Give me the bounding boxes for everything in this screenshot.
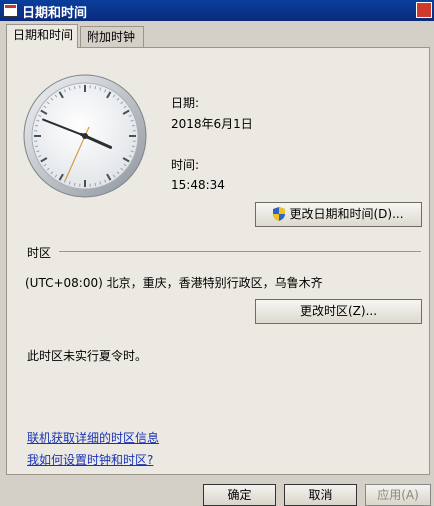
online-timezone-info-link[interactable]: 联机获取详细的时区信息 (27, 429, 159, 446)
window-title: 日期和时间 (22, 2, 87, 21)
clock-center (82, 133, 88, 139)
how-to-set-clock-link[interactable]: 我如何设置时钟和时区? (27, 451, 153, 468)
tab-additional-clocks[interactable]: 附加时钟 (80, 26, 144, 47)
change-date-time-button[interactable]: 更改日期和时间(D)... (255, 202, 422, 227)
close-icon[interactable] (416, 2, 432, 18)
clock-minute-tick (95, 86, 96, 89)
change-timezone-button[interactable]: 更改时区(Z)... (255, 299, 422, 324)
timezone-value: (UTC+08:00) 北京，重庆，香港特别行政区，乌鲁木齐 (25, 274, 323, 291)
uac-shield-icon (273, 207, 285, 221)
timezone-separator (59, 251, 421, 252)
calendar-icon (3, 3, 18, 17)
clock-minute-tick (74, 86, 75, 89)
date-value: 2018年6月1日 (171, 115, 253, 132)
clock-minute-tick (95, 183, 96, 186)
clock-minute-tick (74, 183, 75, 186)
tab-panel: 日期: 2018年6月1日 时间: 15:48:34 更改日期和时间(D)...… (6, 47, 430, 475)
analog-clock (23, 74, 147, 198)
title-bar: 日期和时间 (0, 0, 434, 21)
clock-minute-tick (35, 125, 38, 126)
tab-date-time[interactable]: 日期和时间 (6, 24, 78, 48)
timezone-section-label: 时区 (27, 244, 51, 261)
date-label: 日期: (171, 94, 199, 111)
clock-minute-tick (132, 146, 135, 147)
dst-note: 此时区未实行夏令时。 (27, 347, 147, 364)
time-label: 时间: (171, 156, 199, 173)
cancel-button[interactable]: 取消 (284, 484, 357, 506)
clock-minute-tick (35, 146, 38, 147)
ok-button[interactable]: 确定 (203, 484, 276, 506)
time-value: 15:48:34 (171, 178, 225, 192)
apply-button[interactable]: 应用(A) (365, 484, 431, 506)
change-date-time-label: 更改日期和时间(D)... (289, 207, 403, 221)
clock-minute-tick (132, 125, 135, 126)
